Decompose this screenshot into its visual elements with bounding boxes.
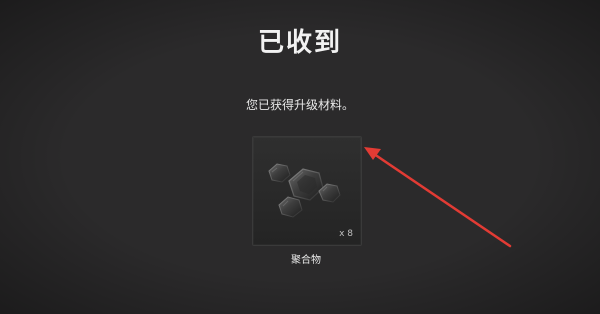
hexagon-materials-icon [268, 163, 341, 218]
reward-item-card[interactable]: x 8 [252, 136, 362, 246]
item-quantity: x 8 [339, 229, 353, 239]
received-dialog: 已收到 您已获得升级材料。 x 8 聚合物 [0, 0, 600, 314]
dialog-message: 您已获得升级材料。 [245, 98, 354, 112]
item-name: 聚合物 [291, 255, 321, 266]
dialog-title: 已收到 [257, 28, 342, 58]
